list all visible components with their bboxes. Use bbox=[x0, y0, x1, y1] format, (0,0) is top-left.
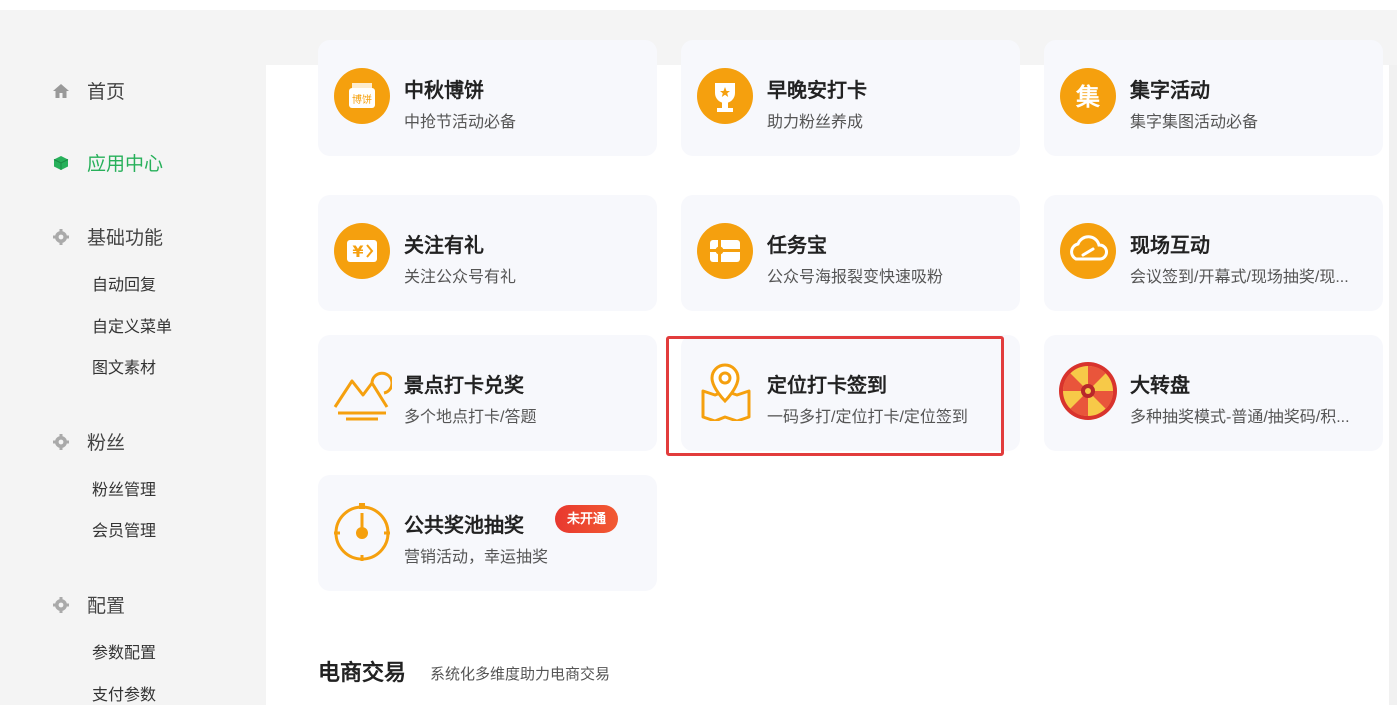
sidebar-item-label: 配置 bbox=[87, 596, 126, 617]
app-card-live-interaction[interactable]: 现场互动 会议签到/开幕式/现场抽奖/现... bbox=[1044, 195, 1383, 311]
collect-word-icon: 集 bbox=[1058, 66, 1118, 126]
sidebar-subitem-auto-reply[interactable]: 自动回复 bbox=[92, 271, 156, 295]
sidebar-subitem-media[interactable]: 图文素材 bbox=[92, 354, 156, 378]
app-card-mid-autumn[interactable]: 博饼 中秋博饼 中抢节活动必备 bbox=[318, 40, 657, 156]
app-title: 现场互动 bbox=[1130, 235, 1210, 257]
app-card-public-pool-lottery[interactable]: 公共奖池抽奖 未开通 营销活动，幸运抽奖 bbox=[318, 475, 657, 591]
app-title: 景点打卡兑奖 bbox=[404, 375, 524, 397]
app-title: 集字活动 bbox=[1130, 80, 1210, 102]
gift-card-icon bbox=[695, 221, 755, 281]
coupon-icon: ¥ bbox=[332, 221, 392, 281]
sidebar-item-basic[interactable]: 基础功能 bbox=[52, 223, 163, 250]
app-title: 早晚安打卡 bbox=[767, 80, 867, 102]
section-subtitle: 系统化多维度助力电商交易 bbox=[430, 666, 611, 683]
sidebar-subitem-custom-menu[interactable]: 自定义菜单 bbox=[92, 313, 172, 337]
sidebar-subitem-fans-manage[interactable]: 粉丝管理 bbox=[92, 476, 156, 500]
sidebar-item-app-center[interactable]: 应用中心 bbox=[52, 149, 163, 176]
sidebar-item-home[interactable]: 首页 bbox=[52, 77, 125, 104]
app-title: 任务宝 bbox=[767, 235, 827, 257]
app-desc: 多种抽奖模式-普通/抽奖码/积... bbox=[1130, 409, 1350, 426]
gear-icon bbox=[52, 596, 70, 614]
mooncake-icon: 博饼 bbox=[332, 66, 392, 126]
app-desc: 关注公众号有礼 bbox=[404, 269, 517, 286]
sidebar-item-label: 基础功能 bbox=[87, 228, 164, 249]
trophy-icon bbox=[695, 66, 755, 126]
prize-wheel-icon bbox=[1058, 361, 1118, 421]
app-desc: 营销活动，幸运抽奖 bbox=[404, 549, 549, 566]
sidebar-item-label: 首页 bbox=[87, 82, 126, 103]
svg-text:博饼: 博饼 bbox=[352, 93, 372, 106]
sidebar-subitem-payment[interactable]: 支付参数 bbox=[92, 681, 156, 705]
sidebar-item-label: 粉丝 bbox=[87, 433, 126, 454]
top-bar bbox=[0, 0, 1397, 10]
app-desc: 助力粉丝养成 bbox=[767, 114, 864, 131]
app-center-main: 博饼 中秋博饼 中抢节活动必备 早晚安打卡 助力粉丝养成 集 集字活动 集字集图… bbox=[266, 40, 1397, 705]
svg-text:¥: ¥ bbox=[352, 242, 363, 261]
section-title: 电商交易 bbox=[318, 660, 407, 685]
sidebar: 首页 应用中心 基础功能 自动回复 自定义菜单 图文素材 粉丝 粉丝管理 会员管… bbox=[0, 65, 266, 705]
sidebar-item-fans[interactable]: 粉丝 bbox=[52, 428, 125, 455]
mountain-icon bbox=[332, 361, 394, 421]
app-title: 大转盘 bbox=[1130, 375, 1190, 397]
app-card-task-treasure[interactable]: 任务宝 公众号海报裂变快速吸粉 bbox=[681, 195, 1020, 311]
scrollbar[interactable] bbox=[1389, 65, 1397, 705]
app-card-scenic-checkin[interactable]: 景点打卡兑奖 多个地点打卡/答题 bbox=[318, 335, 657, 451]
app-title: 中秋博饼 bbox=[404, 80, 484, 102]
app-card-collect-word[interactable]: 集 集字活动 集字集图活动必备 bbox=[1044, 40, 1383, 156]
sidebar-item-config[interactable]: 配置 bbox=[52, 591, 125, 618]
sidebar-subitem-params[interactable]: 参数配置 bbox=[92, 639, 156, 663]
svg-text:集: 集 bbox=[1075, 83, 1101, 111]
app-title: 公共奖池抽奖 bbox=[404, 515, 524, 537]
sidebar-subitem-member-manage[interactable]: 会员管理 bbox=[92, 517, 156, 541]
app-card-checkin[interactable]: 早晚安打卡 助力粉丝养成 bbox=[681, 40, 1020, 156]
app-card-wheel[interactable]: 大转盘 多种抽奖模式-普通/抽奖码/积... bbox=[1044, 335, 1383, 451]
home-icon bbox=[52, 82, 70, 100]
selection-highlight bbox=[666, 336, 1004, 456]
status-badge: 未开通 bbox=[555, 505, 619, 533]
target-icon bbox=[332, 501, 392, 561]
app-desc: 集字集图活动必备 bbox=[1130, 114, 1259, 131]
app-desc: 多个地点打卡/答题 bbox=[404, 409, 537, 426]
cloud-link-icon bbox=[1058, 221, 1118, 281]
sidebar-item-label: 应用中心 bbox=[87, 154, 164, 175]
gear-icon bbox=[52, 228, 70, 246]
app-desc: 会议签到/开幕式/现场抽奖/现... bbox=[1130, 269, 1349, 286]
app-desc: 中抢节活动必备 bbox=[404, 114, 517, 131]
app-card-follow-gift[interactable]: ¥ 关注有礼 关注公众号有礼 bbox=[318, 195, 657, 311]
cube-icon bbox=[52, 154, 70, 172]
app-desc: 公众号海报裂变快速吸粉 bbox=[767, 269, 944, 286]
gear-icon bbox=[52, 433, 70, 451]
app-title: 关注有礼 bbox=[404, 235, 484, 257]
